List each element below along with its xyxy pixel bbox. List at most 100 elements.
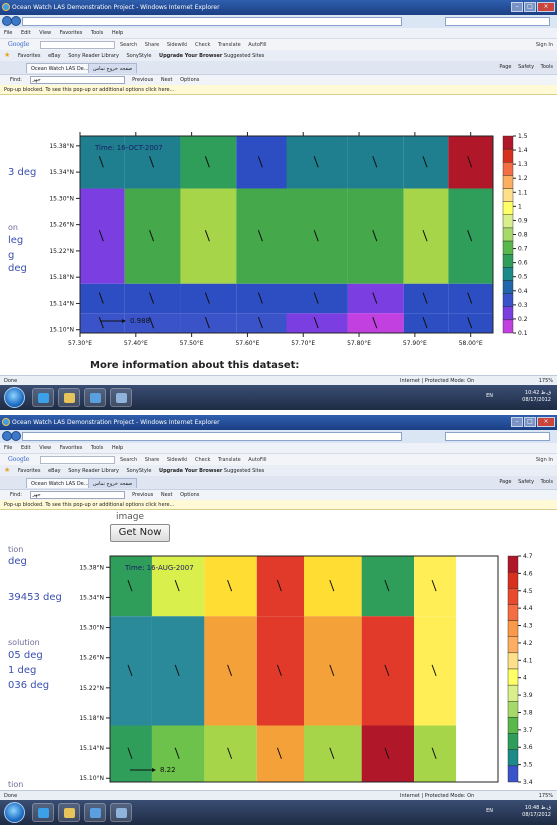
- google-signin-link[interactable]: Sign In: [536, 39, 553, 50]
- google-check-button[interactable]: Check: [195, 457, 210, 463]
- menu-edit[interactable]: Edit: [21, 445, 31, 451]
- fav-ebay[interactable]: eBay: [48, 468, 61, 474]
- taskbar-media-button[interactable]: [84, 803, 106, 822]
- google-check-button[interactable]: Check: [195, 42, 210, 48]
- forward-button[interactable]: [11, 431, 21, 441]
- menu-view[interactable]: View: [39, 445, 51, 451]
- fav-sonystyle[interactable]: SonyStyle: [127, 53, 152, 59]
- fav-upgrade[interactable]: Upgrade Your Browser: [159, 53, 222, 59]
- start-button[interactable]: [4, 802, 25, 823]
- favorites-star-icon[interactable]: ★: [4, 466, 10, 474]
- find-input[interactable]: جهز: [29, 75, 125, 84]
- tools-menu[interactable]: Tools: [541, 64, 553, 70]
- menu-file[interactable]: File: [4, 30, 12, 36]
- fav-sonystyle[interactable]: SonyStyle: [127, 468, 152, 474]
- close-button[interactable]: ×: [537, 2, 555, 12]
- colorbar-tick-label: 3.7: [523, 727, 533, 734]
- fav-sony-reader[interactable]: Sony Reader Library: [68, 53, 119, 59]
- google-translate-button[interactable]: Translate: [218, 457, 241, 463]
- colorbar-swatch: [502, 162, 514, 176]
- maximize-button[interactable]: □: [524, 2, 536, 12]
- close-button[interactable]: ×: [537, 417, 555, 427]
- tab-ocean-watch[interactable]: Ocean Watch LAS De...: [26, 478, 94, 488]
- menu-file[interactable]: File: [4, 445, 12, 451]
- google-search-button[interactable]: Search: [120, 457, 137, 463]
- fav-ebay[interactable]: eBay: [48, 53, 61, 59]
- colorbar-swatch: [502, 253, 514, 268]
- taskbar-ie-button[interactable]: [32, 388, 54, 407]
- favorites-star-icon[interactable]: ★: [4, 51, 10, 59]
- safety-menu[interactable]: Safety: [518, 64, 534, 70]
- google-share-button[interactable]: Share: [145, 42, 159, 48]
- google-autofill-button[interactable]: AutoFill: [248, 42, 266, 48]
- find-options-button[interactable]: Options: [180, 77, 199, 83]
- page-content: image Get Now tion deg 39453 deg solutio…: [0, 510, 557, 790]
- menu-help[interactable]: Help: [112, 445, 123, 451]
- google-autofill-button[interactable]: AutoFill: [248, 457, 266, 463]
- taskbar-ie-button[interactable]: [32, 803, 54, 822]
- fav-suggested[interactable]: Suggested Sites: [224, 468, 264, 474]
- language-indicator[interactable]: EN: [486, 393, 493, 400]
- minimize-button[interactable]: –: [511, 417, 523, 427]
- url-field[interactable]: [22, 17, 402, 26]
- heatmap-cell: [403, 188, 449, 284]
- maximize-button[interactable]: □: [524, 417, 536, 427]
- find-options-button[interactable]: Options: [180, 492, 199, 498]
- fav-upgrade[interactable]: Upgrade Your Browser: [159, 468, 222, 474]
- find-next-button[interactable]: Next: [161, 492, 173, 498]
- google-signin-link[interactable]: Sign In: [536, 454, 553, 465]
- live-search-input[interactable]: [445, 17, 550, 26]
- menu-edit[interactable]: Edit: [21, 30, 31, 36]
- heatmap-cell: [414, 616, 457, 726]
- find-input[interactable]: جهز: [29, 490, 125, 499]
- menu-help[interactable]: Help: [112, 30, 123, 36]
- google-search-button[interactable]: Search: [120, 42, 137, 48]
- favorites-button[interactable]: Favorites: [18, 468, 41, 474]
- menu-favorites[interactable]: Favorites: [60, 30, 83, 36]
- popup-blocked-bar[interactable]: Pop-up blocked. To see this pop-up or ad…: [0, 500, 557, 510]
- fav-sony-reader[interactable]: Sony Reader Library: [68, 468, 119, 474]
- find-previous-button[interactable]: Previous: [132, 77, 153, 83]
- menu-favorites[interactable]: Favorites: [60, 445, 83, 451]
- google-search-input[interactable]: [40, 456, 115, 464]
- minimize-button[interactable]: –: [511, 2, 523, 12]
- google-search-input[interactable]: [40, 41, 115, 49]
- google-sidewiki-button[interactable]: Sidewiki: [167, 42, 188, 48]
- taskbar-explorer-button[interactable]: [58, 803, 80, 822]
- taskbar-explorer-button[interactable]: [58, 388, 80, 407]
- x-tick-label: 57.40°E: [124, 340, 148, 347]
- menu-tools[interactable]: Tools: [91, 30, 103, 36]
- google-logo: Google: [8, 41, 30, 48]
- safety-menu[interactable]: Safety: [518, 479, 534, 485]
- start-button[interactable]: [4, 387, 25, 408]
- favorites-button[interactable]: Favorites: [18, 53, 41, 59]
- popup-blocked-bar[interactable]: Pop-up blocked. To see this pop-up or ad…: [0, 85, 557, 95]
- menu-tools[interactable]: Tools: [91, 445, 103, 451]
- taskbar-app-button[interactable]: [110, 388, 132, 407]
- language-indicator[interactable]: EN: [486, 808, 493, 815]
- side-label: tion: [8, 780, 24, 789]
- page-menu[interactable]: Page: [499, 64, 511, 70]
- tab-ocean-watch[interactable]: Ocean Watch LAS De...: [26, 63, 94, 73]
- heatmap-cell: [361, 725, 415, 782]
- get-now-button[interactable]: Get Now: [110, 524, 170, 542]
- tab-exit-page[interactable]: صفحه خروج تماس: [88, 63, 138, 73]
- x-tick-label: 57.90°E: [403, 340, 427, 347]
- find-previous-button[interactable]: Previous: [132, 492, 153, 498]
- url-field[interactable]: [22, 432, 402, 441]
- google-translate-button[interactable]: Translate: [218, 42, 241, 48]
- tools-menu[interactable]: Tools: [541, 479, 553, 485]
- google-share-button[interactable]: Share: [145, 457, 159, 463]
- find-next-button[interactable]: Next: [161, 77, 173, 83]
- forward-button[interactable]: [11, 16, 21, 26]
- colorbar-tick-label: 1.1: [518, 189, 528, 196]
- tab-exit-page[interactable]: صفحه خروج تماس: [88, 478, 138, 488]
- menu-view[interactable]: View: [39, 30, 51, 36]
- taskbar-app-button[interactable]: [110, 803, 132, 822]
- live-search-input[interactable]: [445, 432, 550, 441]
- page-menu[interactable]: Page: [499, 479, 511, 485]
- google-sidewiki-button[interactable]: Sidewiki: [167, 457, 188, 463]
- taskbar-media-button[interactable]: [84, 388, 106, 407]
- heatmap-cell: [304, 725, 362, 782]
- fav-suggested[interactable]: Suggested Sites: [224, 53, 264, 59]
